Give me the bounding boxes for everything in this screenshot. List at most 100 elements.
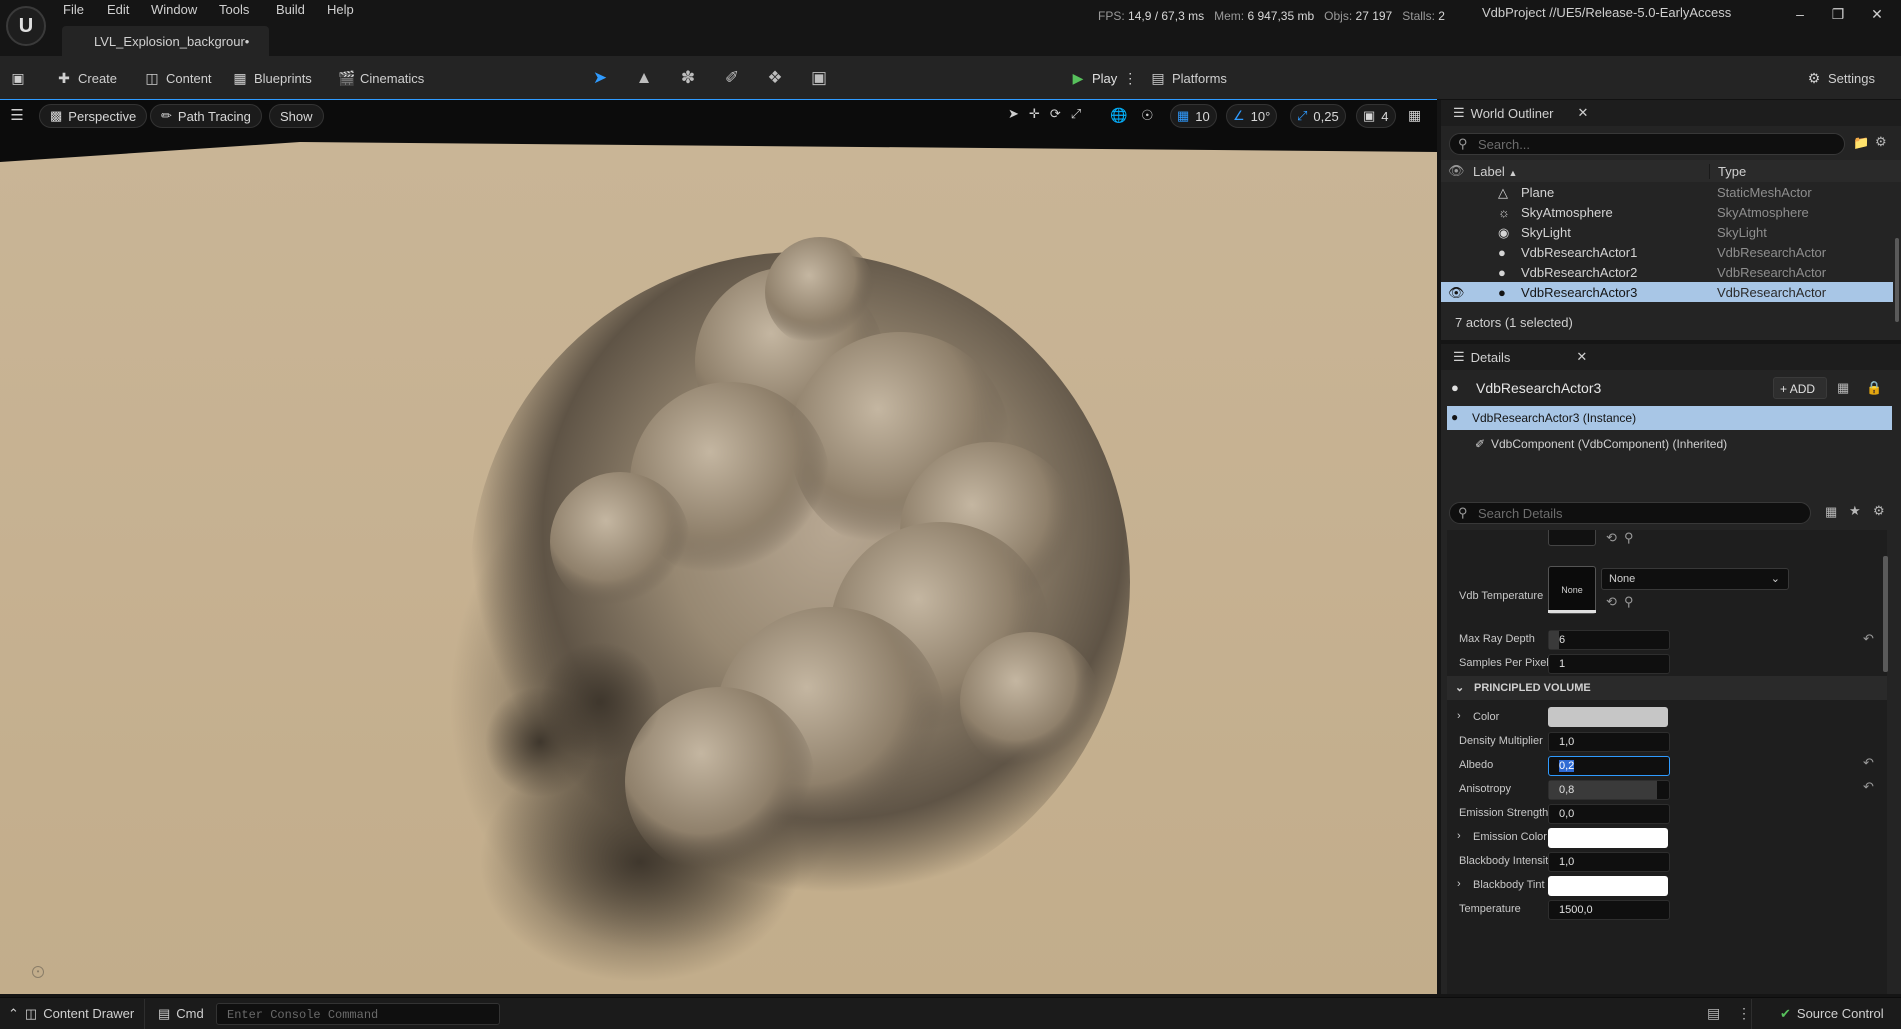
reset-to-default-icon[interactable]: ↶ (1863, 631, 1874, 647)
outliner-row-vdb1[interactable]: ● VdbResearchActor1 VdbResearchActor (1441, 242, 1893, 262)
menu-file[interactable]: File (63, 2, 84, 17)
create-button[interactable]: ✚ Create (56, 66, 117, 90)
details-search-input[interactable]: ⚲ Search Details (1449, 502, 1811, 524)
select-tool-icon[interactable]: ➤ (1008, 106, 1019, 122)
view-mode-button[interactable]: ✏ Path Tracing (150, 104, 262, 128)
rotate-tool-icon[interactable]: ⟳ (1050, 106, 1061, 122)
asset-thumbnail[interactable] (1548, 530, 1596, 546)
outliner-row-skylight[interactable]: ◉ SkyLight SkyLight (1441, 222, 1893, 242)
expand-color-icon[interactable]: › (1457, 710, 1461, 734)
hamburger-menu-icon[interactable]: ☰ (6, 106, 28, 128)
select-mode-icon[interactable]: ➤ (589, 68, 611, 90)
tab-world-outliner[interactable]: ☰ World Outliner ✕ (1441, 100, 1601, 126)
unreal-logo-icon[interactable]: U (6, 6, 46, 46)
viewport-layout-icon[interactable]: ▦ (1408, 107, 1421, 124)
restore-icon[interactable]: ❐ (1823, 6, 1853, 26)
browse-asset-icon[interactable]: ⚲ (1624, 594, 1634, 610)
expand-blackbody-tint-icon[interactable]: › (1457, 878, 1461, 902)
outliner-row-plane[interactable]: △ Plane StaticMeshActor (1441, 182, 1893, 202)
more-options-icon[interactable]: ⋮ (1737, 1005, 1751, 1022)
emission-strength-field[interactable]: 0,0 (1548, 804, 1670, 824)
close-window-icon[interactable]: ✕ (1862, 6, 1892, 26)
gear-icon[interactable]: ⚙ (1875, 134, 1887, 150)
visibility-eye-icon[interactable]: 👁 (1448, 285, 1465, 301)
blueprints-button[interactable]: ▦ Blueprints (232, 66, 311, 90)
browse-asset-icon[interactable]: ⚲ (1624, 530, 1634, 546)
play-options-icon[interactable]: ⋮ (1123, 70, 1137, 86)
vdb-temperature-thumbnail[interactable]: None (1548, 566, 1596, 614)
menu-tools[interactable]: Tools (219, 2, 249, 17)
level-document-tab[interactable]: LVL_Explosion_backgrour• (62, 26, 269, 56)
reset-asset-icon[interactable]: ⟲ (1606, 594, 1617, 610)
mesh-paint-mode-icon[interactable]: ✐ (721, 68, 743, 90)
modeling-mode-icon[interactable]: ▣ (808, 68, 830, 90)
reset-asset-icon[interactable]: ⟲ (1606, 530, 1617, 546)
derived-data-icon[interactable]: ▤ (1707, 1005, 1720, 1022)
outliner-row-skyatmosphere[interactable]: ☼ SkyAtmosphere SkyAtmosphere (1441, 202, 1893, 222)
surface-snap-icon[interactable]: ☉ (1141, 107, 1154, 124)
menu-help[interactable]: Help (327, 2, 354, 17)
settings-button[interactable]: ⚙ Settings (1806, 66, 1875, 90)
emission-color-swatch[interactable] (1548, 828, 1668, 848)
details-scrollbar[interactable] (1883, 556, 1888, 672)
blackbody-intensity-field[interactable]: 1,0 (1548, 852, 1670, 872)
star-icon[interactable]: ★ (1849, 503, 1861, 519)
outliner-row-vdb3[interactable]: 👁 ● VdbResearchActor3 VdbResearchActor (1441, 282, 1893, 302)
rotation-snap-button[interactable]: ∠ 10° (1226, 104, 1278, 128)
level-viewport[interactable]: ☰ ▩ Perspective ✏ Path Tracing Show ➤ ✛ ⟳ … (0, 100, 1437, 994)
add-component-button[interactable]: + ADD (1773, 377, 1827, 399)
scale-snap-button[interactable]: ⤢ 0,25 (1290, 104, 1346, 128)
lock-icon[interactable]: 🔒 (1866, 380, 1882, 396)
column-type[interactable]: Type (1709, 164, 1746, 179)
vdb-temperature-dropdown[interactable]: None ⌄ (1601, 568, 1789, 590)
close-tab-icon[interactable]: ✕ (1578, 105, 1589, 121)
play-button[interactable]: ▶ Play ⋮ (1070, 66, 1138, 90)
temperature-field[interactable]: 1500,0 (1548, 900, 1670, 920)
cmd-button[interactable]: ▤ Cmd (158, 1006, 204, 1022)
vdb-component-row[interactable]: ✐ VdbComponent (VdbComponent) (Inherited… (1447, 432, 1892, 456)
close-tab-icon[interactable]: ✕ (1576, 349, 1587, 365)
table-view-icon[interactable]: ▦ (1825, 504, 1837, 520)
menu-build[interactable]: Build (276, 2, 305, 17)
column-label[interactable]: Label ▲ (1473, 164, 1517, 179)
foliage-mode-icon[interactable]: ✽ (677, 68, 699, 90)
show-button[interactable]: Show (269, 104, 324, 128)
landscape-mode-icon[interactable]: ▲ (633, 68, 655, 90)
expand-emission-color-icon[interactable]: › (1457, 830, 1461, 854)
fracture-mode-icon[interactable]: ❖ (764, 68, 786, 90)
color-swatch[interactable] (1548, 707, 1668, 727)
outliner-row-vdb2[interactable]: ● VdbResearchActor2 VdbResearchActor (1441, 262, 1893, 282)
samples-per-pixel-field[interactable]: 1 (1548, 654, 1670, 674)
world-local-icon[interactable]: 🌐 (1110, 107, 1127, 124)
content-drawer-button[interactable]: ⌃ ◫ Content Drawer (8, 1006, 134, 1022)
selected-actor-name[interactable]: VdbResearchActor3 (1476, 380, 1601, 396)
scale-tool-icon[interactable]: ⤢ (1071, 106, 1081, 122)
reset-to-default-icon[interactable]: ↶ (1863, 755, 1874, 771)
menu-window[interactable]: Window (151, 2, 197, 17)
menu-edit[interactable]: Edit (107, 2, 129, 17)
content-button[interactable]: ◫ Content (144, 66, 211, 90)
cinematics-button[interactable]: 🎬 Cinematics (338, 66, 424, 90)
max-ray-depth-field[interactable]: 6 (1548, 630, 1670, 650)
console-command-input[interactable]: Enter Console Command (216, 1003, 500, 1025)
camera-speed-button[interactable]: ▣ 4 (1356, 104, 1396, 128)
reset-to-default-icon[interactable]: ↶ (1863, 779, 1874, 795)
blueprint-icon[interactable]: ▦ (1837, 380, 1849, 396)
principled-volume-section[interactable]: ⌄ PRINCIPLED VOLUME (1447, 676, 1887, 700)
tab-details[interactable]: ☰ Details ✕ (1441, 344, 1601, 370)
platforms-button[interactable]: ▤ Platforms (1150, 66, 1227, 90)
perspective-button[interactable]: ▩ Perspective (39, 104, 148, 128)
outliner-scrollbar[interactable] (1895, 238, 1899, 322)
source-control-button[interactable]: ✔ Source Control (1780, 1006, 1884, 1022)
albedo-field[interactable]: 0,2 (1548, 756, 1670, 776)
blackbody-tint-swatch[interactable] (1548, 876, 1668, 896)
translate-tool-icon[interactable]: ✛ (1029, 106, 1040, 122)
anisotropy-field[interactable]: 0,8 (1548, 780, 1670, 800)
gear-icon[interactable]: ⚙ (1873, 503, 1885, 519)
minimize-icon[interactable]: – (1785, 6, 1815, 26)
folder-add-icon[interactable]: 📁 (1853, 135, 1869, 151)
density-multiplier-field[interactable]: 1,0 (1548, 732, 1670, 752)
outliner-search-input[interactable]: ⚲ Search... (1449, 133, 1845, 155)
save-icon[interactable]: ▣ (10, 66, 26, 90)
component-instance-row[interactable]: ● VdbResearchActor3 (Instance) (1447, 406, 1892, 430)
